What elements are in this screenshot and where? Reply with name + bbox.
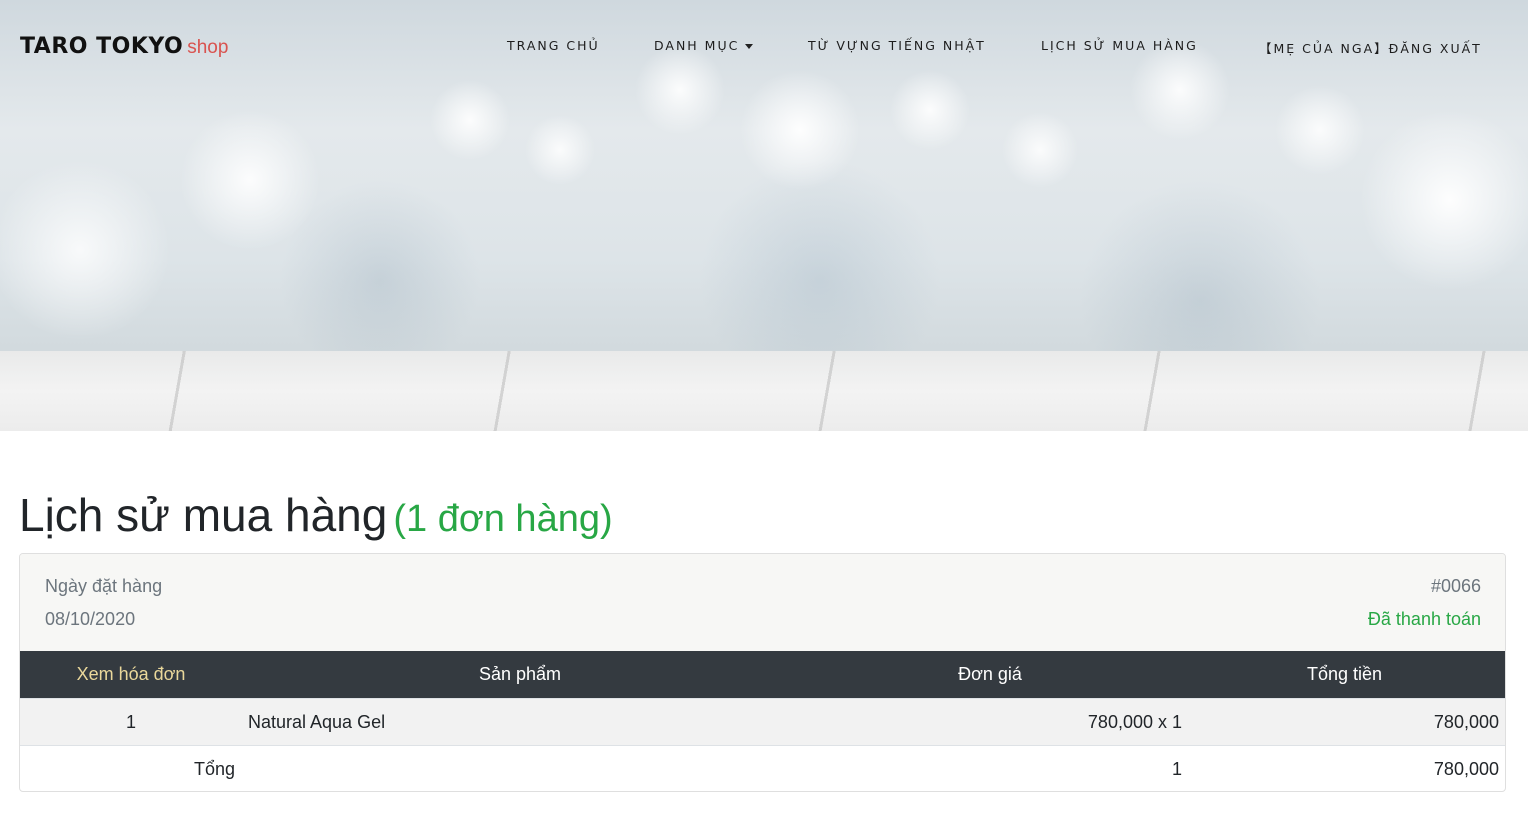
nav-category-dropdown[interactable]: DANH MỤC <box>654 38 754 53</box>
table-total-row: Tổng 1 780,000 <box>20 745 1505 791</box>
order-card: Ngày đặt hàng 08/10/2020 #0066 Đã thanh … <box>19 553 1506 792</box>
nav-purchase-history[interactable]: LỊCH SỬ MUA HÀNG <box>1041 38 1198 53</box>
order-card-header: Ngày đặt hàng 08/10/2020 #0066 Đã thanh … <box>20 554 1505 652</box>
nav-category-label: DANH MỤC <box>654 38 740 53</box>
order-status-badge: Đã thanh toán <box>1367 609 1481 629</box>
row-unit-price: 780,000 x 1 <box>798 698 1190 746</box>
table-header-row: Xem hóa đơn Sản phẩm Đơn giá Tổng tiền <box>20 651 1505 699</box>
grand-total: 780,000 <box>1190 745 1505 791</box>
row-total: 780,000 <box>1190 698 1505 746</box>
hero-banner <box>0 0 1528 431</box>
nav-home[interactable]: TRANG CHỦ <box>507 38 600 53</box>
page-title: Lịch sử mua hàng (1 đơn hàng) <box>19 487 613 547</box>
order-items-table: Xem hóa đơn Sản phẩm Đơn giá Tổng tiền 1… <box>20 651 1505 791</box>
nav-user-logout[interactable]: 【MẸ CỦA NGA】ĐĂNG XUẤT <box>1259 38 1482 57</box>
column-header-total: Tổng tiền <box>1190 651 1505 699</box>
row-product-name: Natural Aqua Gel <box>242 698 798 746</box>
row-index[interactable]: 1 <box>20 698 242 746</box>
order-date-label: Ngày đặt hàng <box>45 576 163 596</box>
total-label: Tổng <box>20 745 798 791</box>
order-id: #0066 <box>1430 576 1481 596</box>
main-nav: TRANG CHỦ DANH MỤC TỪ VỰNG TIẾNG NHẬT LỊ… <box>0 38 1528 58</box>
column-header-product: Sản phẩm <box>242 651 798 699</box>
column-header-unit-price: Đơn giá <box>798 651 1190 699</box>
page-title-text: Lịch sử mua hàng <box>19 489 388 541</box>
table-row[interactable]: 1 Natural Aqua Gel 780,000 x 1 780,000 <box>20 698 1505 746</box>
nav-japanese-vocabulary[interactable]: TỪ VỰNG TIẾNG NHẬT <box>808 38 986 53</box>
chevron-down-icon <box>745 44 754 49</box>
hero-table-surface <box>0 351 1528 431</box>
total-quantity: 1 <box>798 745 1190 791</box>
order-date: 08/10/2020 <box>45 609 136 629</box>
column-header-view-invoice[interactable]: Xem hóa đơn <box>20 651 242 699</box>
order-count-label: (1 đơn hàng) <box>393 498 613 540</box>
